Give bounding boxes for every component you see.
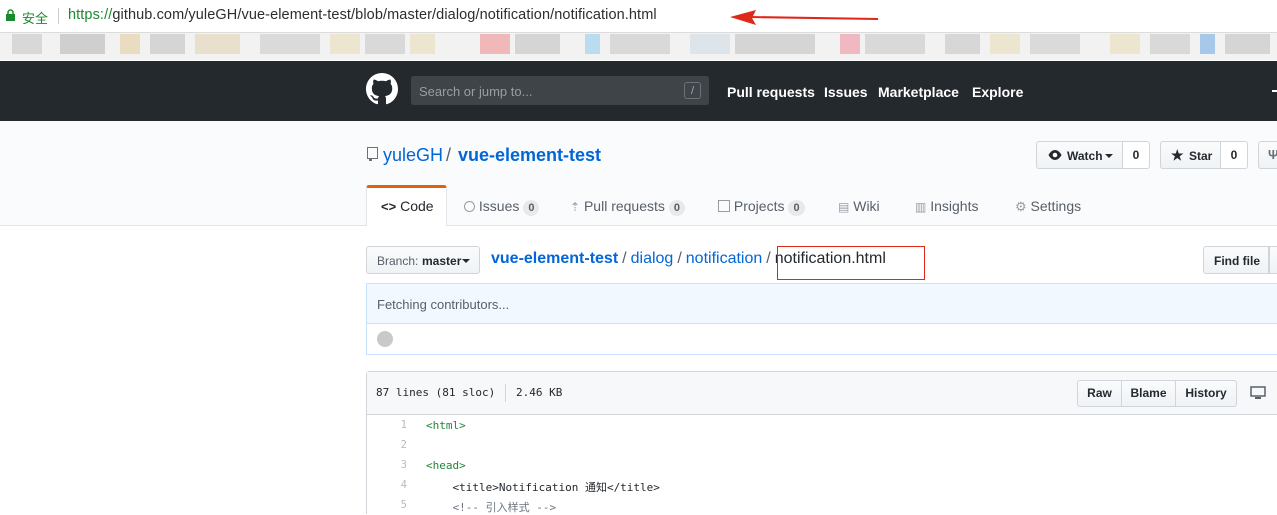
caret-down-icon <box>1105 154 1113 158</box>
raw-button[interactable]: Raw <box>1077 380 1122 407</box>
breadcrumb-separator: / <box>677 250 682 267</box>
breadcrumb-separator: / <box>766 250 771 267</box>
tab-settings[interactable]: ⚙ Settings <box>1015 198 1081 215</box>
star-icon: ★ <box>1171 147 1184 163</box>
nav-explore[interactable]: Explore <box>972 84 1023 100</box>
tab-label: Projects <box>733 198 785 214</box>
tab-projects[interactable]: Projects 0 <box>718 198 805 216</box>
fork-icon: Ψ <box>1268 147 1277 162</box>
repo-icon <box>367 147 378 161</box>
address-divider <box>58 8 59 24</box>
search-placeholder: Search or jump to... <box>419 84 533 99</box>
breadcrumb-notification-link[interactable]: notification <box>686 250 763 267</box>
code-line: <head> <box>426 459 466 472</box>
github-logo-icon[interactable] <box>366 73 398 105</box>
watch-label: Watch <box>1067 149 1103 163</box>
find-file-label: Find file <box>1214 254 1260 268</box>
graph-icon: ▥ <box>915 200 927 214</box>
bookmarks-bar <box>0 33 1277 60</box>
tab-counter: 0 <box>523 200 540 216</box>
tab-label: Code <box>400 198 434 214</box>
breadcrumb-separator: / <box>622 250 627 267</box>
line-number[interactable]: 5 <box>367 499 407 511</box>
branch-name: master <box>422 254 462 268</box>
search-shortcut-key: / <box>684 82 701 99</box>
url-path: github.com/yuleGH/vue-element-test/blob/… <box>112 7 657 23</box>
code-icon: <> <box>381 199 397 214</box>
url-text[interactable]: https://github.com/yuleGH/vue-element-te… <box>68 7 657 23</box>
caret-down-icon <box>462 259 470 263</box>
star-count[interactable]: 0 <box>1221 141 1248 169</box>
tab-insights[interactable]: ▥ Insights <box>915 198 978 214</box>
tab-code-label[interactable]: <> Code <box>381 198 434 214</box>
repo-path-separator: / <box>446 145 452 165</box>
eye-icon <box>1048 150 1062 160</box>
watch-count[interactable]: 0 <box>1123 141 1150 169</box>
line-number[interactable]: 2 <box>367 439 407 451</box>
pull-request-icon: ⇡ <box>570 200 581 214</box>
branch-select-button[interactable]: Branch: master <box>366 246 480 274</box>
nav-marketplace[interactable]: Marketplace <box>878 84 959 100</box>
lock-icon <box>6 9 15 21</box>
secure-label: 安全 <box>22 11 49 26</box>
fork-button[interactable]: Ψ <box>1258 141 1277 169</box>
file-size: 2.46 KB <box>516 386 563 399</box>
watch-button[interactable]: Watch <box>1036 141 1123 169</box>
line-number[interactable]: 4 <box>367 479 407 491</box>
code-line: <html> <box>426 419 466 432</box>
file-lines-info: 87 lines (81 sloc) <box>376 386 496 399</box>
file-info-divider <box>505 384 506 402</box>
book-icon: ▤ <box>838 200 850 214</box>
red-arrow-annotation <box>730 10 879 25</box>
code-line: <title>Notification 通知</title> <box>426 481 660 494</box>
gear-icon: ⚙ <box>1015 199 1027 214</box>
project-icon <box>718 200 730 212</box>
repo-name-link[interactable]: vue-element-test <box>458 145 601 166</box>
repo-owner-link[interactable]: yuleGH <box>383 145 443 166</box>
blame-button[interactable]: Blame <box>1121 380 1176 407</box>
tab-label: Wiki <box>853 198 880 214</box>
tab-counter: 0 <box>788 200 805 216</box>
line-number[interactable]: 3 <box>367 459 407 471</box>
breadcrumb-dialog-link[interactable]: dialog <box>631 250 674 267</box>
branch-prefix: Branch: <box>377 254 419 268</box>
tab-counter: 0 <box>668 200 686 216</box>
issue-icon <box>464 201 475 212</box>
header-overflow-icon <box>1272 90 1277 92</box>
code-line: <!-- 引入样式 --> <box>426 501 557 514</box>
contributors-avatars-row <box>366 324 1277 355</box>
find-file-button[interactable]: Find file <box>1203 246 1269 274</box>
tab-label: Insights <box>930 198 979 214</box>
desktop-icon[interactable] <box>1250 386 1266 400</box>
history-button[interactable]: History <box>1175 380 1237 407</box>
nav-pull-requests[interactable]: Pull requests <box>727 84 815 100</box>
avatar[interactable] <box>377 331 393 347</box>
tab-label: Settings <box>1030 198 1082 214</box>
tab-issues[interactable]: Issues 0 <box>464 198 540 216</box>
copy-path-button[interactable] <box>1269 246 1277 274</box>
line-number[interactable]: 1 <box>367 419 407 431</box>
tab-wiki[interactable]: ▤ Wiki <box>838 198 880 214</box>
tab-pull-requests[interactable]: ⇡ Pull requests 0 <box>570 198 686 216</box>
tab-label: Pull requests <box>583 198 665 214</box>
red-box-annotation <box>777 246 925 280</box>
url-scheme: https:// <box>68 7 113 23</box>
star-button[interactable]: ★ Star <box>1160 141 1221 169</box>
breadcrumb-repo-link[interactable]: vue-element-test <box>491 250 618 267</box>
tab-label: Issues <box>478 198 520 214</box>
star-label: Star <box>1189 149 1213 163</box>
nav-issues[interactable]: Issues <box>824 84 868 100</box>
contributors-status: Fetching contributors... <box>377 297 510 312</box>
